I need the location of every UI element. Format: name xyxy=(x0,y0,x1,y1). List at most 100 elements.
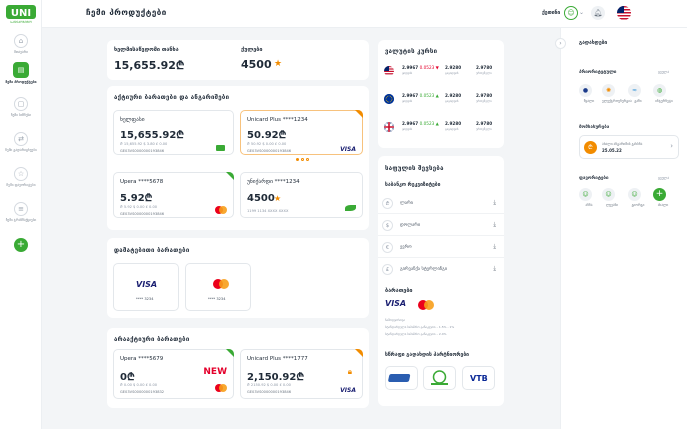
download-row[interactable]: ₾ ლარი ⤓ xyxy=(378,194,504,214)
liberty-logo xyxy=(388,374,411,382)
account-card[interactable]: Unicard Plus ****1777 2,150.92₾ ₾ 2150.9… xyxy=(240,349,363,399)
inactive-cards-section: არააქტიური ბარათები Upera ****5679 0₾ ₾ … xyxy=(107,328,369,408)
card-sub: 1199 1134 XXXX XXXX xyxy=(247,209,289,213)
rate-buy: 2.9967 0.0523 ▲ ყიდვის xyxy=(402,121,439,131)
card-name: Unicard Plus ****1777 xyxy=(247,356,308,362)
download-icon[interactable]: ⤓ xyxy=(493,199,496,207)
currency-icon: $ xyxy=(382,220,393,231)
bell-icon[interactable]: 🔔︎ xyxy=(591,6,605,20)
rate-row: 2.9967 0.0523 ▲ ყიდვის 2.9280 გაყიდვის 2.9… xyxy=(378,118,504,144)
favorite-label: გიორგი xyxy=(631,203,645,207)
active-cards-section: აქტიური ბარათები და ანგარიშები ხელფასი 1… xyxy=(107,86,369,230)
templates-more-link[interactable]: ყველა xyxy=(658,70,669,74)
account-card[interactable]: Unicard Plus ****1234 50.92₾ ₾ 50.92 $ 0… xyxy=(240,110,363,155)
vtb-logo: VTB xyxy=(470,374,488,383)
sidebar-item-favorites[interactable]: ☆ ჩემი ფავორიტები xyxy=(0,167,42,187)
rates-card: ვალუტის კურსი 2.9967 0.0523 ▼ ყიდვის 2.92… xyxy=(378,40,504,148)
card-name: Upera ****5678 xyxy=(120,179,164,185)
person-icon: ☺ xyxy=(628,188,641,201)
favorites-title: ფავორიტები xyxy=(579,176,609,181)
gb-flag-icon xyxy=(384,122,394,132)
account-card[interactable]: Upera ****5678 5.92₾ ₾ 5.92 $ 0.00 £ 0.0… xyxy=(113,172,234,218)
carousel-dot[interactable] xyxy=(296,158,299,161)
card-amount: 5.92₾ xyxy=(120,193,153,204)
chevron-down-icon[interactable]: ⌄ xyxy=(579,9,584,16)
mastercard-logo xyxy=(213,279,229,291)
card-amount: 50.92₾ xyxy=(247,130,287,141)
visa-logo: VISA xyxy=(385,299,407,308)
currency-icon: £ xyxy=(382,264,393,275)
card-iban: GE03VS0000000193846 xyxy=(120,149,165,153)
us-flag-icon xyxy=(384,66,394,76)
partner-liberty[interactable] xyxy=(385,366,418,390)
user-name[interactable]: ქეთინი xyxy=(542,10,560,16)
sidebar-item-home[interactable]: ⌂ მთავარი xyxy=(0,34,42,54)
sidebar-item-transactions[interactable]: ≡ ჩემი ტრანზაქციები xyxy=(0,202,42,222)
favorite-add[interactable]: + ახალი xyxy=(653,188,673,207)
template-item[interactable]: ◍ ინტერნეტი xyxy=(653,84,675,103)
card-iban: GE03VS0000000193846 xyxy=(120,212,165,216)
card-iban: GE03VS0000000193846 xyxy=(247,390,292,394)
download-icon[interactable]: ⤓ xyxy=(493,265,496,273)
rate-row: 2.9967 0.0523 ▲ ყიდვის 2.9280 გაყიდვის 2.9… xyxy=(378,90,504,116)
corner-marker xyxy=(355,349,363,357)
sidebar-item-label: ჩემი პროდუქტები xyxy=(5,80,37,84)
sidebar-add[interactable]: + xyxy=(0,238,42,252)
currency-icon: € xyxy=(382,242,393,253)
visa-logo: VISA xyxy=(340,146,356,153)
account-card[interactable]: ხელფასი 15,655.92₾ ₾ 15,655.92 $ 3.80 £ … xyxy=(113,110,234,155)
download-label: დოლარი xyxy=(400,223,421,228)
template-item[interactable]: ● წყალი xyxy=(579,84,599,103)
account-card[interactable]: უნიქარდი ****1234 4500 ★ 1199 1134 XXXX … xyxy=(240,172,363,218)
service-sub: 25.05.22 xyxy=(602,148,622,153)
download-icon[interactable]: ⤓ xyxy=(493,243,496,251)
electricity-icon: ✺ xyxy=(602,84,615,97)
loan-title: მომსახურება xyxy=(579,125,610,130)
available-value: 15,655.92₾ xyxy=(114,59,185,72)
rate-buy: 2.9967 0.0523 ▲ ყიდვის xyxy=(402,93,439,103)
list-icon: ≡ xyxy=(14,202,28,216)
star-icon: ★ xyxy=(274,194,282,203)
eu-flag-icon xyxy=(384,94,394,104)
sidebar-item-transfers[interactable]: ⇄ ჩემი გადარიცხვები xyxy=(0,132,42,152)
rate-sell: 2.9280 გაყიდვის xyxy=(445,65,462,75)
sidebar-item-business[interactable]: ▢ ჩემი ბიზნესი xyxy=(0,97,42,117)
sidebar-item-label: ჩემი გადარიცხვები xyxy=(5,148,37,152)
carousel-dot[interactable] xyxy=(301,158,304,161)
download-row[interactable]: € ევრო ⤓ xyxy=(378,238,504,258)
partner-logo xyxy=(431,370,448,385)
card-amount: 0₾ xyxy=(120,372,135,383)
download-row[interactable]: £ გირვანქა სტერლინგი ⤓ xyxy=(378,260,504,280)
card-amount: 15,655.92₾ xyxy=(120,130,185,141)
partner-vtb[interactable]: VTB xyxy=(462,366,495,390)
service-item[interactable]: ₾ ახალი ანგარიშის გახსნა 25.05.22 › xyxy=(579,135,679,159)
favorites-more-link[interactable]: ყველა xyxy=(658,176,669,180)
card-amount: 4500 xyxy=(247,193,275,204)
favorite-item[interactable]: ☺ ანნა xyxy=(579,188,599,207)
sidebar-item-label: მთავარი xyxy=(13,50,29,54)
account-card[interactable]: Upera ****5679 0₾ ₾ 0.00 $ 0.00 £ 0.00 G… xyxy=(113,349,234,399)
linked-card[interactable]: **** 3234 xyxy=(185,263,251,311)
download-icon[interactable]: ⤓ xyxy=(493,221,496,229)
partner-gpsb[interactable] xyxy=(423,366,456,390)
linked-card[interactable]: VISA **** 3234 xyxy=(113,263,179,311)
currency-icon: ₾ xyxy=(382,198,393,209)
sidebar-item-label: ჩემი ტრანზაქციები xyxy=(5,218,37,222)
template-item[interactable]: ≈ გაზი xyxy=(628,84,648,103)
collapse-panel-button[interactable]: › xyxy=(555,38,566,49)
star-icon: ☆ xyxy=(14,167,28,181)
rate-row: 2.9967 0.0523 ▼ ყიდვის 2.9280 გაყიდვის 2.9… xyxy=(378,62,504,88)
favorite-item[interactable]: ☺ გიორგი xyxy=(628,188,648,207)
template-item[interactable]: ✺ ელექტროენერგია xyxy=(602,84,632,103)
avatar[interactable]: ☺ xyxy=(564,6,578,20)
favorite-item[interactable]: ☺ ლევანი xyxy=(602,188,622,207)
us-flag-icon[interactable] xyxy=(617,6,631,20)
logo[interactable]: UNI xyxy=(6,5,36,19)
corner-marker xyxy=(355,110,363,118)
carousel-dot[interactable] xyxy=(306,158,309,161)
download-row[interactable]: $ დოლარი ⤓ xyxy=(378,216,504,236)
fee-line: ჩამოტვირთვა xyxy=(385,318,405,322)
person-icon: ☺ xyxy=(579,188,592,201)
fee-line: სტანდარტული საბაზრო განაკვეთი – 2.4% xyxy=(385,332,447,336)
sidebar-item-products[interactable]: ▤ ჩემი პროდუქტები xyxy=(0,62,42,84)
